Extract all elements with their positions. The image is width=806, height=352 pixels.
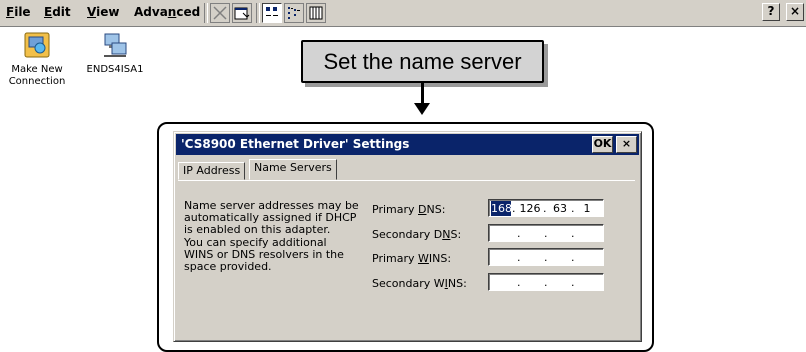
menu-file[interactable]: File [6, 5, 31, 19]
secondary-dns-label: Secondary DNS: [372, 228, 462, 241]
dialog-title: 'CS8900 Ethernet Driver' Settings [181, 137, 410, 151]
callout-label: Set the name server [301, 40, 544, 83]
menu-advanced[interactable]: Advanced [134, 5, 200, 19]
desktop-icon-label: ENDS4ISA1 [86, 64, 144, 75]
make-new-connection-icon [24, 32, 50, 58]
callout-arrow-head [414, 103, 430, 115]
primary-dns-field[interactable]: 168 . 126 . 63 . 1 [488, 199, 604, 217]
desktop-icon-label: Make New Connection [8, 64, 66, 87]
network-connection-icon [104, 33, 127, 57]
desktop-icon-make-new-connection[interactable]: Make New Connection [4, 30, 70, 88]
secondary-wins-label: Secondary WINS: [372, 277, 467, 290]
settings-dialog: 'CS8900 Ethernet Driver' Settings OK × I… [173, 131, 642, 342]
menu-bar: File Edit View Advanced ? × [0, 0, 806, 27]
dialog-titlebar[interactable]: 'CS8900 Ethernet Driver' Settings OK × [176, 134, 639, 155]
properties-icon[interactable] [232, 3, 252, 23]
description-text: Name server addresses may be automatical… [184, 199, 359, 274]
large-icons-view-icon[interactable] [262, 3, 282, 23]
desktop-icon-ends4isa1[interactable]: ENDS4ISA1 [82, 30, 148, 76]
details-view-icon[interactable] [306, 3, 326, 23]
tab-name-servers[interactable]: Name Servers [249, 159, 337, 180]
menu-edit[interactable]: Edit [44, 5, 71, 19]
toolbar-separator [204, 3, 208, 23]
small-icons-view-icon[interactable] [284, 3, 304, 23]
secondary-dns-field[interactable]: . . . [488, 224, 604, 242]
close-button[interactable]: × [616, 136, 637, 153]
close-button[interactable]: × [786, 3, 804, 21]
callout-arrow [421, 83, 424, 105]
help-button[interactable]: ? [762, 3, 780, 21]
primary-dns-label: Primary DNS: [372, 203, 446, 216]
ok-button[interactable]: OK [592, 136, 613, 153]
toolbar-separator [256, 3, 260, 23]
primary-wins-label: Primary WINS: [372, 252, 452, 265]
secondary-wins-field[interactable]: . . . [488, 273, 604, 291]
tab-ip-address[interactable]: IP Address [178, 162, 246, 180]
menu-view[interactable]: View [87, 5, 119, 19]
primary-wins-field[interactable]: . . . [488, 248, 604, 266]
delete-icon[interactable] [210, 3, 230, 23]
